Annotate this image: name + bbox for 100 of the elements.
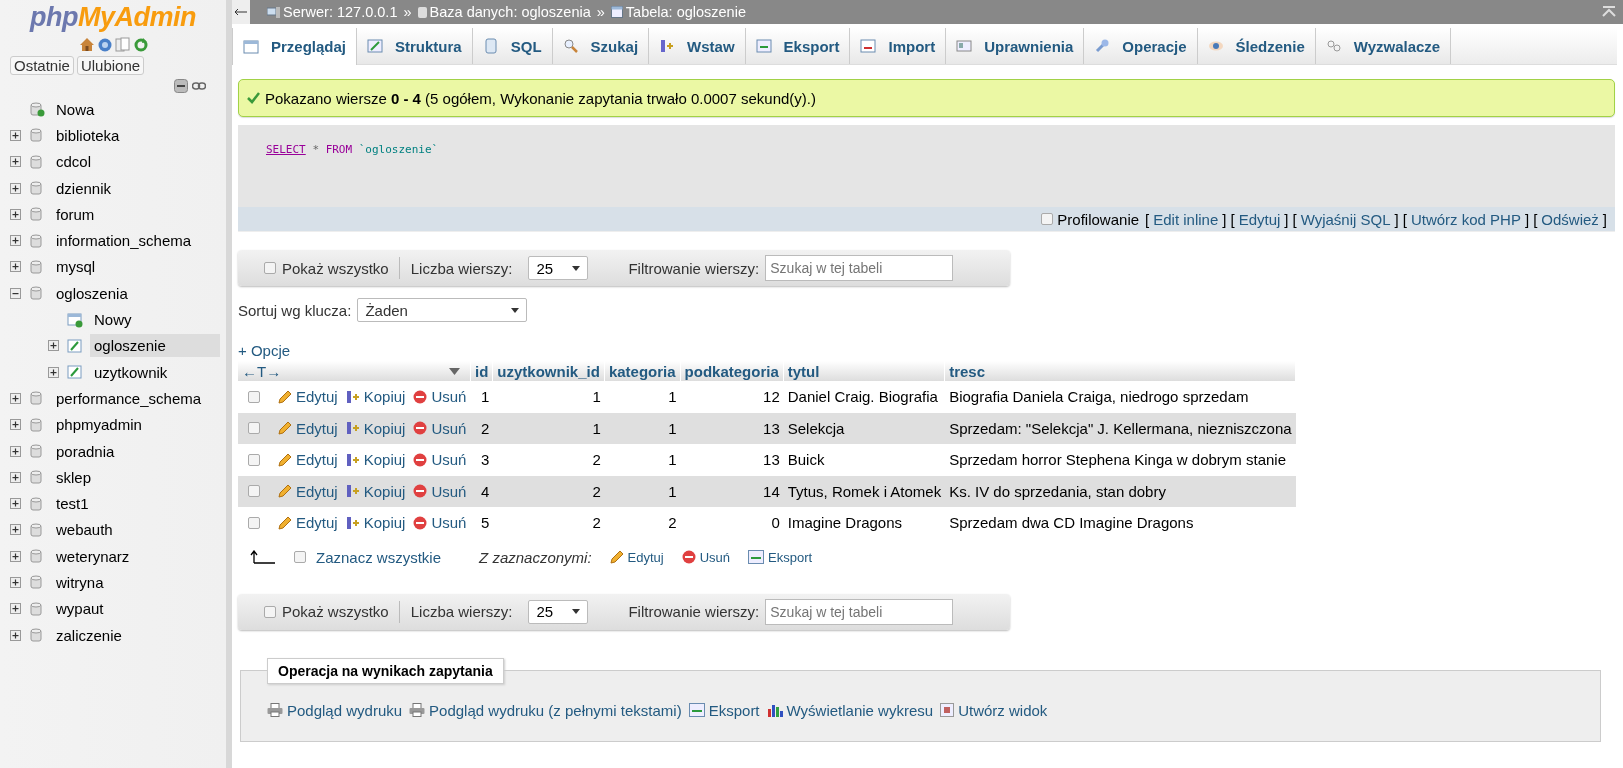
expand-toggle-icon[interactable]	[10, 419, 21, 431]
link-icon[interactable]	[192, 82, 206, 90]
edit-link[interactable]: Edytuj	[278, 514, 338, 532]
copy-link[interactable]: Kopiuj	[345, 388, 406, 406]
row-checkbox[interactable]	[248, 485, 260, 498]
tree-item[interactable]: Nowy	[90, 308, 136, 331]
tab[interactable]: Struktura	[357, 28, 473, 64]
expand-toggle-icon[interactable]	[48, 366, 59, 378]
copy-link[interactable]: Kopiuj	[345, 482, 406, 500]
sidebar-tab[interactable]: Ulubione	[76, 56, 145, 75]
rows-dropdown[interactable]: 25	[528, 256, 589, 280]
delete-link[interactable]: Usuń	[413, 482, 467, 500]
tab[interactable]: SQL	[472, 28, 553, 64]
copy-link[interactable]: Kopiuj	[345, 451, 406, 469]
collapse-icon[interactable]	[1601, 6, 1617, 18]
caret-icon[interactable]	[449, 368, 460, 375]
logo[interactable]: phpMyAdmin	[0, 0, 226, 33]
check-all-link[interactable]: Zaznacz wszystkie	[316, 548, 442, 566]
print-link[interactable]: Podgląd wydruku	[267, 701, 403, 719]
export-link[interactable]: Eksport	[688, 701, 760, 719]
reload-icon[interactable]	[133, 37, 148, 52]
row-checkbox[interactable]	[248, 422, 260, 435]
expand-toggle-icon[interactable]	[10, 629, 21, 641]
row-checkbox[interactable]	[248, 516, 260, 529]
expand-toggle-icon[interactable]	[10, 577, 21, 588]
tree-item[interactable]: uzytkownik	[90, 360, 172, 384]
view-link[interactable]: Utwórz widok	[940, 701, 1048, 719]
tab[interactable]: Szukaj	[552, 28, 650, 64]
expand-toggle-icon[interactable]	[10, 392, 21, 404]
query-link[interactable]: Edytuj	[1238, 210, 1281, 228]
tree-item[interactable]: forum	[52, 202, 99, 226]
export-link[interactable]: Eksport	[748, 549, 813, 565]
tree-item[interactable]: biblioteka	[52, 123, 124, 147]
print-link[interactable]: Podgląd wydruku (z pełnymi tekstami)	[409, 701, 682, 719]
tab[interactable]: Operacje	[1084, 28, 1198, 64]
tree-item[interactable]: wypaut	[52, 597, 108, 621]
breadcrumb-link[interactable]: Tabela: ogloszenie	[625, 4, 746, 20]
copy-link[interactable]: Kopiuj	[345, 419, 406, 437]
sidebar-tab[interactable]: Ostatnie	[10, 56, 74, 75]
edit-link[interactable]: Edytuj	[609, 549, 664, 565]
tree-item[interactable]: test1	[52, 492, 93, 516]
tab[interactable]: Wstaw	[649, 28, 746, 64]
delete-link[interactable]: Usuń	[413, 419, 467, 437]
edit-link[interactable]: Edytuj	[278, 482, 338, 500]
column-header[interactable]: tresc	[945, 361, 1296, 381]
edit-link[interactable]: Edytuj	[278, 419, 338, 437]
copy-link[interactable]: Kopiuj	[345, 514, 406, 532]
column-header[interactable]: id	[471, 361, 494, 381]
back-button[interactable]	[232, 0, 250, 24]
tab[interactable]: Śledzenie	[1197, 28, 1316, 64]
delete-link[interactable]: Usuń	[681, 549, 731, 565]
collapse-all-icon[interactable]	[174, 79, 188, 93]
tab[interactable]: Przeglądaj	[232, 28, 358, 65]
tab[interactable]: Wyzwalacze	[1315, 28, 1452, 64]
expand-toggle-icon[interactable]	[48, 340, 59, 352]
expand-toggle-icon[interactable]	[10, 208, 21, 220]
expand-toggle-icon[interactable]	[10, 550, 21, 562]
column-header[interactable]: uzytkownik_id	[493, 361, 605, 381]
tab[interactable]: Uprawnienia	[946, 28, 1085, 64]
tree-item[interactable]: Nowa	[52, 97, 99, 121]
tree-item[interactable]: poradnia	[52, 439, 119, 463]
tree-item[interactable]: zaliczenie	[52, 623, 126, 647]
column-controls[interactable]: ←T→	[242, 362, 282, 380]
tree-item[interactable]: witryna	[52, 571, 108, 594]
rows-dropdown[interactable]: 25	[528, 599, 589, 624]
home-icon[interactable]	[78, 37, 95, 52]
expand-toggle-icon[interactable]	[10, 235, 21, 247]
expand-toggle-icon[interactable]	[10, 129, 21, 141]
expand-toggle-icon[interactable]	[10, 524, 21, 536]
filter-field[interactable]: Szukaj w tej tabeli	[765, 598, 954, 625]
column-header[interactable]: kategoria	[604, 361, 681, 381]
tree-item[interactable]: mysql	[52, 255, 100, 279]
expand-toggle-icon[interactable]	[10, 445, 21, 457]
column-header[interactable]: podkategoria	[680, 361, 784, 381]
expand-toggle-icon[interactable]	[10, 471, 21, 483]
filter-field[interactable]: Szukaj w tej tabeli	[765, 255, 954, 281]
tree-item[interactable]: ogloszenie	[90, 334, 220, 358]
row-checkbox[interactable]	[248, 390, 260, 403]
options-link[interactable]: + Opcje	[238, 342, 1615, 359]
checkbox[interactable]	[264, 262, 276, 274]
tab[interactable]: Eksport	[745, 28, 851, 64]
chart-link[interactable]: Wyświetlanie wykresu	[766, 701, 934, 719]
tree-item[interactable]: information_schema	[52, 229, 196, 253]
checkbox[interactable]	[294, 551, 306, 563]
expand-toggle-icon[interactable]	[10, 603, 21, 615]
expand-toggle-icon[interactable]	[10, 287, 21, 299]
expand-toggle-icon[interactable]	[10, 261, 21, 273]
tree-item[interactable]: cdcol	[52, 150, 96, 174]
expand-toggle-icon[interactable]	[10, 182, 21, 194]
tree-item[interactable]: phpmyadmin	[52, 413, 146, 437]
tree-item[interactable]: performance_schema	[52, 386, 206, 410]
tree-item[interactable]: ogloszenia	[52, 281, 132, 305]
expand-toggle-icon[interactable]	[10, 498, 21, 510]
column-header[interactable]: tytul	[783, 361, 946, 381]
query-link[interactable]: Edit inline	[1153, 210, 1219, 228]
delete-link[interactable]: Usuń	[413, 451, 467, 469]
row-checkbox[interactable]	[248, 453, 260, 466]
expand-toggle-icon[interactable]	[10, 156, 21, 168]
edit-link[interactable]: Edytuj	[278, 451, 338, 469]
tree-item[interactable]: webauth	[52, 518, 117, 542]
